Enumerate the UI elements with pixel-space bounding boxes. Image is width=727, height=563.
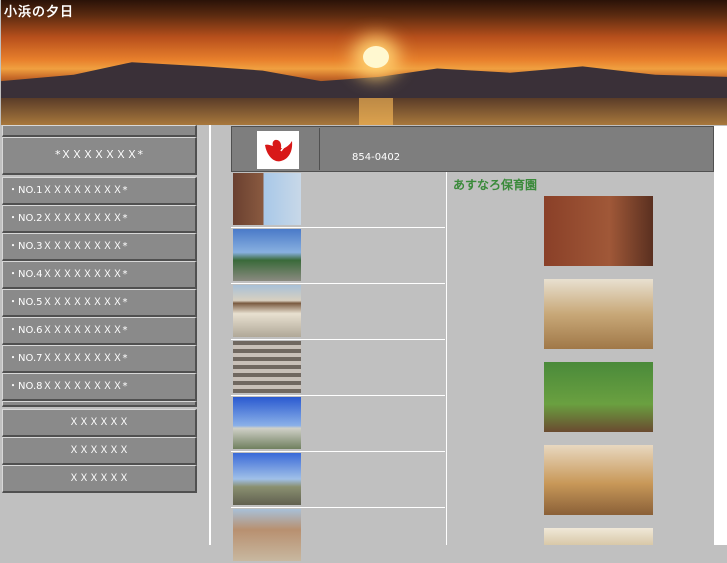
sidebar-item-no6[interactable]: ・NO.6ＸＸＸＸＸＸＸＸ* <box>2 317 197 345</box>
photo-nursery-exterior <box>544 196 653 266</box>
thumbnail-facility[interactable] <box>233 397 301 449</box>
thumbnail-town[interactable] <box>233 229 301 281</box>
postal-code: 854-0402 <box>352 152 401 163</box>
photo-row <box>231 396 445 452</box>
facility-name[interactable]: あすなろ保育園 <box>453 176 537 193</box>
sidebar-footer-item-3[interactable]: ＸＸＸＸＸＸ <box>2 465 197 493</box>
sidebar-item-no7[interactable]: ・NO.7ＸＸＸＸＸＸＸＸ* <box>2 345 197 373</box>
sidebar-item-no5[interactable]: ・NO.5ＸＸＸＸＸＸＸＸ* <box>2 289 197 317</box>
photo-row <box>231 340 445 396</box>
mountain-silhouette <box>1 62 727 100</box>
photo-nursery-garden <box>544 362 653 432</box>
content-header: 854-0402 <box>231 126 714 172</box>
sidebar: *ＸＸＸＸＸＸＸ* ・NO.1ＸＸＸＸＸＸＸＸ* ・NO.2ＸＸＸＸＸＸＸＸ* … <box>2 125 198 545</box>
sidebar-footer-label: ＸＸＸＸＸＸ <box>69 417 129 428</box>
column-divider <box>209 125 211 545</box>
sidebar-item-no4[interactable]: ・NO.4ＸＸＸＸＸＸＸＸ* <box>2 261 197 289</box>
sidebar-footer-label: ＸＸＸＸＸＸ <box>69 473 129 484</box>
bird-logo-icon <box>265 139 293 162</box>
header-banner: 小浜の夕日 <box>1 0 727 125</box>
thumbnail-apartment[interactable] <box>233 341 301 393</box>
sidebar-item-no2[interactable]: ・NO.2ＸＸＸＸＸＸＸＸ* <box>2 205 197 233</box>
sidebar-top-strip <box>2 125 197 137</box>
photo-row <box>231 508 445 563</box>
photo-nursery-dining <box>544 445 653 515</box>
photo-row <box>231 284 445 340</box>
sidebar-item-label: ・NO.2ＸＸＸＸＸＸＸＸ* <box>8 213 128 224</box>
sidebar-item-no8[interactable]: ・NO.8ＸＸＸＸＸＸＸＸ* <box>2 373 197 401</box>
sidebar-item-label: ・NO.8ＸＸＸＸＸＸＸＸ* <box>8 381 128 392</box>
logo-cell <box>233 128 320 170</box>
sidebar-header-label: *ＸＸＸＸＸＸＸ* <box>55 148 143 161</box>
sidebar-header-button[interactable]: *ＸＸＸＸＸＸＸ* <box>2 137 197 175</box>
photo-nursery-classroom <box>544 279 653 349</box>
thumbnail-roof[interactable] <box>233 509 301 561</box>
sidebar-item-no1[interactable]: ・NO.1ＸＸＸＸＸＸＸＸ* <box>2 177 197 205</box>
thumbnail-park[interactable] <box>233 453 301 505</box>
photo-row <box>231 172 445 228</box>
banner-title: 小浜の夕日 <box>4 5 75 20</box>
sidebar-item-label: ・NO.6ＸＸＸＸＸＸＸＸ* <box>8 325 128 336</box>
main-content: 854-0402 あすなろ保育園 <box>231 126 715 561</box>
sidebar-item-label: ・NO.4ＸＸＸＸＸＸＸＸ* <box>8 269 128 280</box>
sun-reflection <box>359 98 393 125</box>
photo-row <box>231 228 445 284</box>
nursery-panel: あすなろ保育園 <box>446 172 715 545</box>
sidebar-footer-label: ＸＸＸＸＸＸ <box>69 445 129 456</box>
sidebar-footer-item-1[interactable]: ＸＸＸＸＸＸ <box>2 409 197 437</box>
photo-row <box>231 452 445 508</box>
right-edge-panel <box>714 126 727 545</box>
thumbnail-building[interactable] <box>233 173 301 225</box>
logo-box[interactable] <box>257 131 299 169</box>
thumbnail-school[interactable] <box>233 285 301 337</box>
sidebar-item-label: ・NO.3ＸＸＸＸＸＸＸＸ* <box>8 241 128 252</box>
sun-image <box>363 46 389 68</box>
sidebar-item-label: ・NO.7ＸＸＸＸＸＸＸＸ* <box>8 353 128 364</box>
sidebar-item-label: ・NO.1ＸＸＸＸＸＸＸＸ* <box>8 185 128 196</box>
sidebar-spacer <box>2 401 197 407</box>
sidebar-footer-item-2[interactable]: ＸＸＸＸＸＸ <box>2 437 197 465</box>
photo-nursery-room <box>544 528 653 545</box>
sidebar-item-no3[interactable]: ・NO.3ＸＸＸＸＸＸＸＸ* <box>2 233 197 261</box>
sidebar-item-label: ・NO.5ＸＸＸＸＸＸＸＸ* <box>8 297 128 308</box>
